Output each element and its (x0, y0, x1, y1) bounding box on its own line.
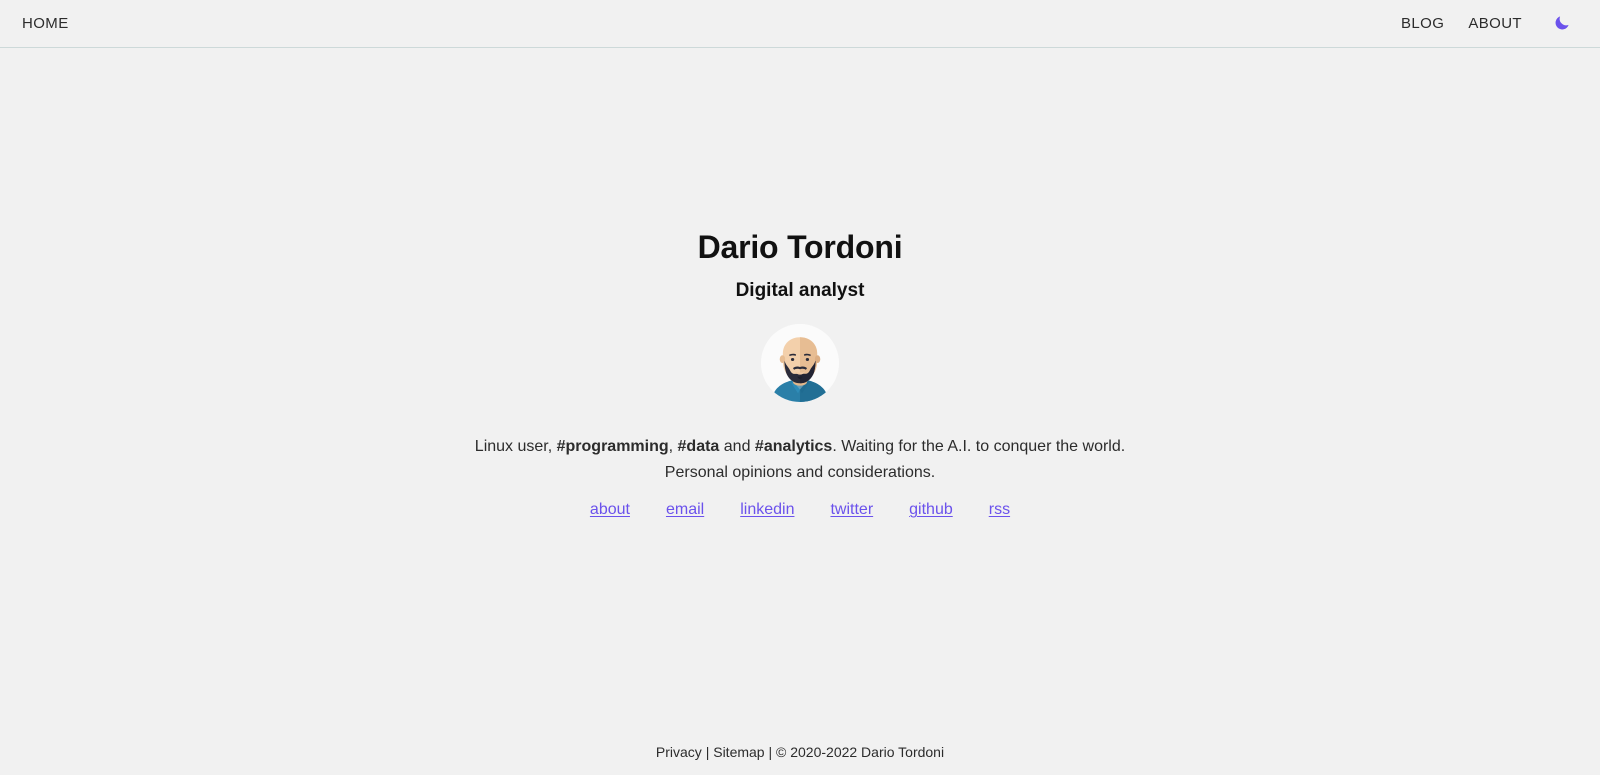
bio-line1-part3: and (719, 438, 755, 455)
social-link-linkedin[interactable]: linkedin (740, 501, 794, 519)
bio-tag-data: #data (677, 438, 720, 455)
bio-line1-part2: , (668, 438, 678, 455)
primary-nav-left: HOME (12, 0, 81, 48)
nav-link-home[interactable]: HOME (12, 0, 81, 48)
footer-separator-1: | (701, 743, 714, 760)
nav-link-blog[interactable]: BLOG (1389, 0, 1456, 48)
bio-text: Linux user, #programming, #data and #ana… (350, 434, 1250, 486)
footer-text: Privacy | Sitemap | © 2020-2022 Dario To… (656, 744, 944, 760)
theme-toggle-button[interactable] (1548, 9, 1578, 39)
social-link-twitter[interactable]: twitter (830, 501, 873, 519)
page-title: Dario Tordoni (697, 229, 903, 265)
social-link-about[interactable]: about (590, 501, 630, 519)
nav-link-about[interactable]: ABOUT (1456, 0, 1534, 48)
avatar (761, 324, 839, 402)
bio-tag-programming: #programming (556, 438, 669, 455)
bio-tag-analytics: #analytics (754, 438, 833, 455)
primary-nav-right: BLOG ABOUT (1389, 0, 1588, 48)
bio-line1-part4: . Waiting for the A.I. to conquer the wo… (832, 438, 1126, 455)
social-link-rss[interactable]: rss (989, 501, 1010, 519)
moon-icon (1553, 12, 1573, 35)
footer-copyright: © 2020-2022 Dario Tordoni (776, 743, 945, 760)
social-link-github[interactable]: github (909, 501, 953, 519)
footer-link-sitemap[interactable]: Sitemap (713, 744, 764, 760)
footer-link-privacy[interactable]: Privacy (656, 744, 702, 760)
main-content: Dario Tordoni Digital analyst Linux user… (0, 48, 1600, 728)
social-link-email[interactable]: email (666, 501, 704, 519)
bio-line1-part1: Linux user, (474, 438, 557, 455)
site-footer: Privacy | Sitemap | © 2020-2022 Dario To… (0, 728, 1600, 775)
page-subtitle: Digital analyst (735, 280, 865, 301)
social-links: about email linkedin twitter github rss (590, 501, 1010, 519)
bio-line2: Personal opinions and considerations. (664, 464, 936, 481)
footer-separator-2: | (764, 743, 777, 760)
site-header: HOME BLOG ABOUT (0, 0, 1600, 48)
